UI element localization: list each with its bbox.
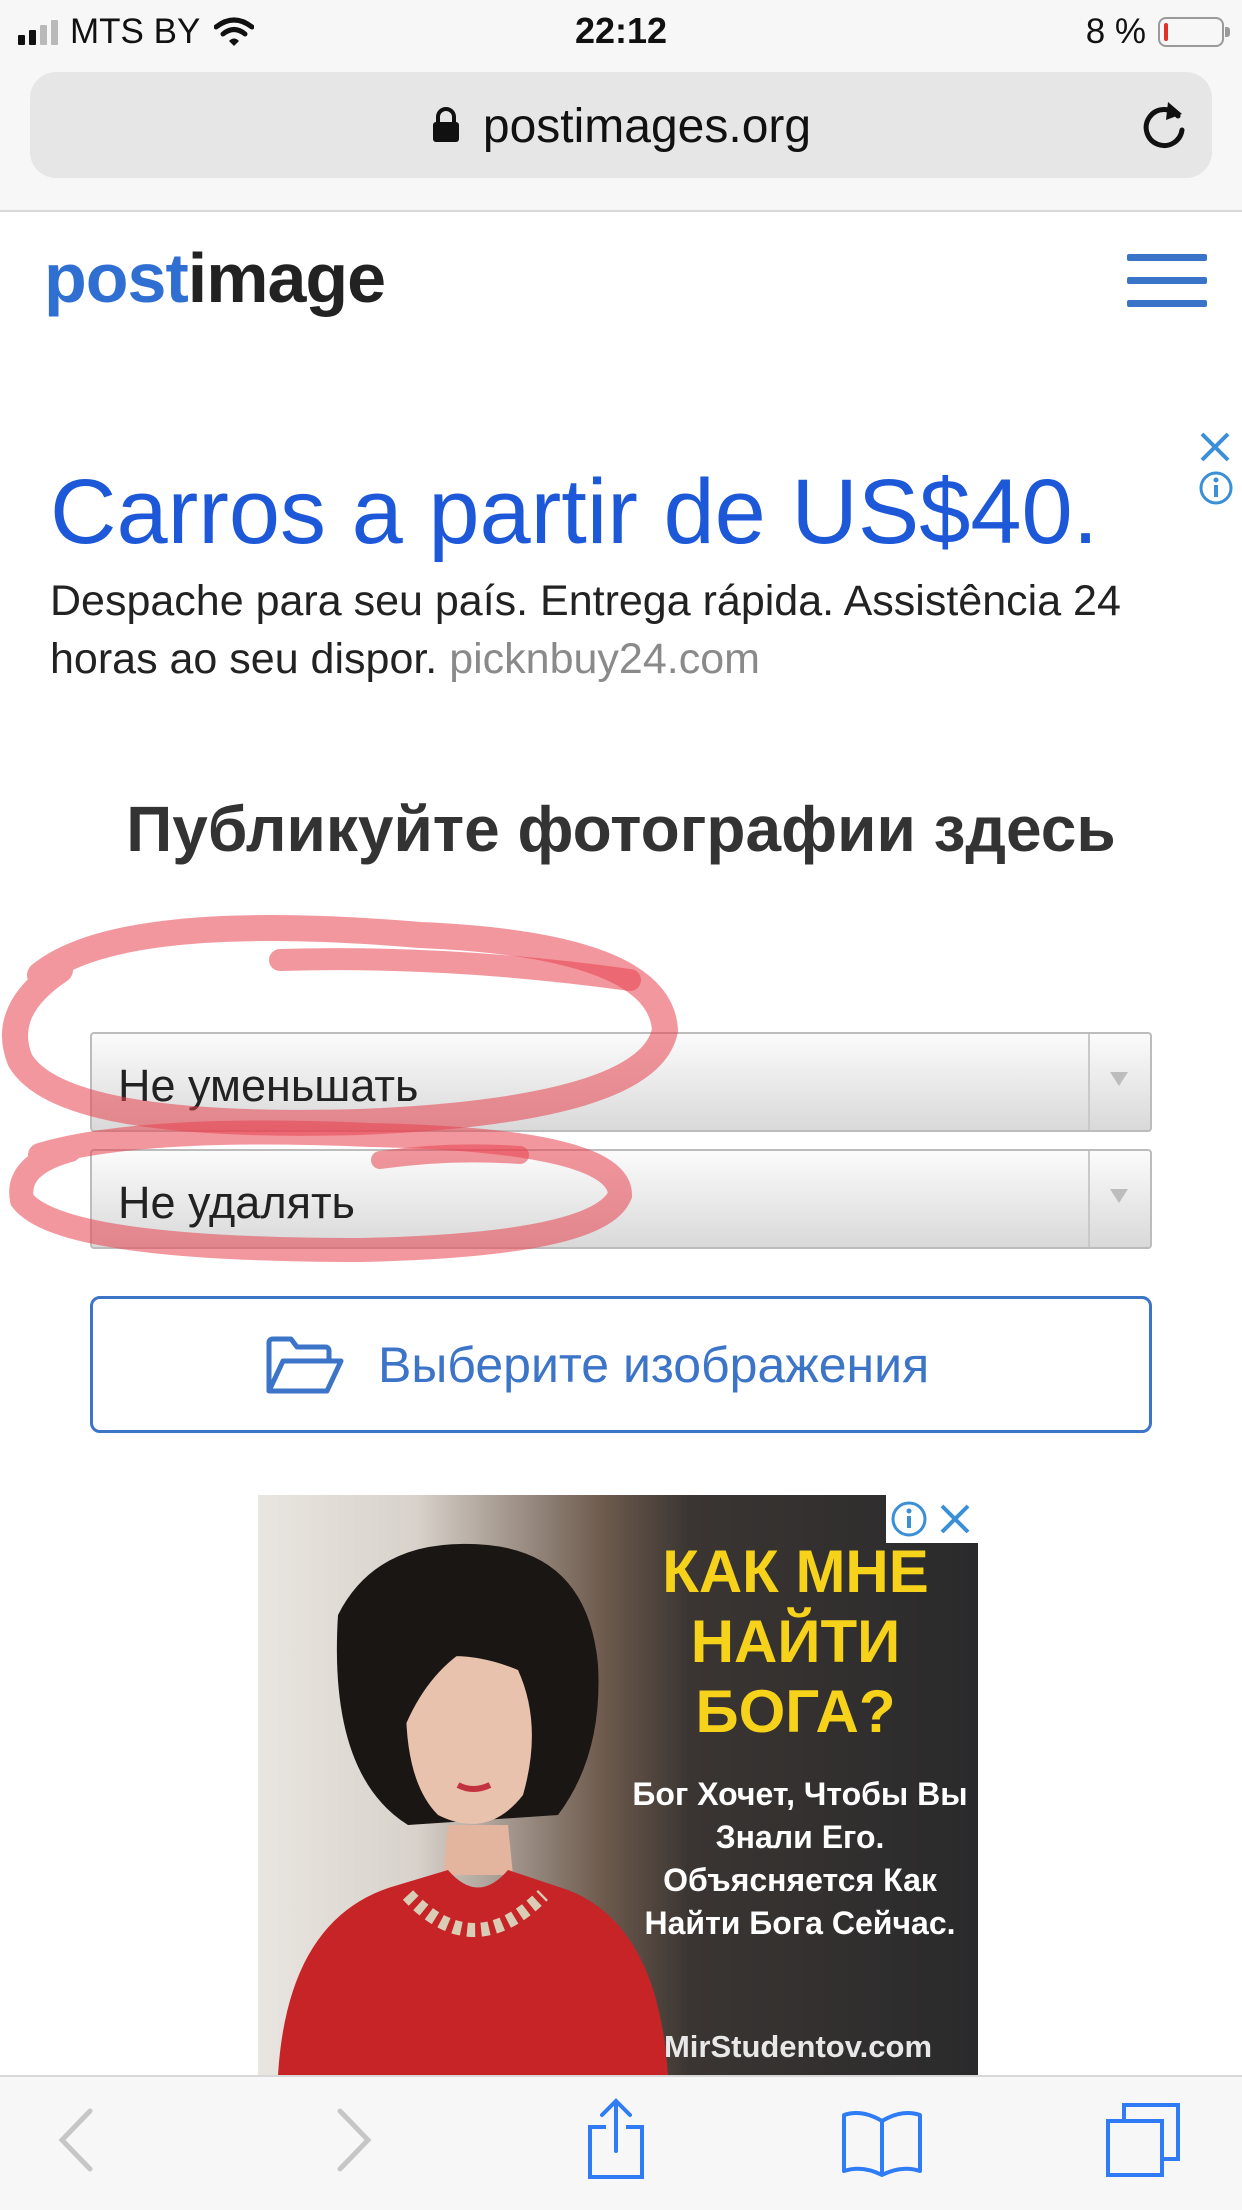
info-icon[interactable] xyxy=(886,1495,932,1543)
ad-controls xyxy=(886,1495,978,1543)
battery-icon xyxy=(1158,17,1230,47)
reload-icon[interactable] xyxy=(1138,96,1190,152)
share-icon[interactable] xyxy=(584,2097,648,2181)
forward-icon[interactable] xyxy=(334,2105,374,2175)
info-icon[interactable] xyxy=(1198,470,1234,506)
ad-photo xyxy=(278,1543,668,2075)
battery-percent: 8 % xyxy=(1085,12,1146,51)
folder-open-icon xyxy=(266,1336,344,1394)
close-icon[interactable] xyxy=(932,1495,978,1543)
tabs-icon[interactable] xyxy=(1104,2101,1184,2181)
url-text: postimages.org xyxy=(482,100,812,153)
close-icon[interactable] xyxy=(1198,430,1232,464)
back-icon[interactable] xyxy=(56,2105,96,2175)
status-time: 22:12 xyxy=(574,10,668,51)
ad-title[interactable]: Carros a partir de US$40. xyxy=(50,460,1098,565)
browser-address-bar: postimages.org xyxy=(0,62,1242,212)
url-field[interactable]: postimages.org xyxy=(30,72,1212,178)
logo-text-image: image xyxy=(187,239,386,317)
page-title: Публикуйте фотографии здесь xyxy=(126,793,1116,865)
ad-domain: MirStudentov.com xyxy=(663,2029,933,2064)
url-display[interactable]: postimages.org xyxy=(30,99,1212,154)
ad-body: Бог Хочет, Чтобы Вы Знали Его. Объясняет… xyxy=(632,1776,968,1941)
bookmarks-icon[interactable] xyxy=(840,2107,924,2177)
image-ad[interactable]: КАК МНЕ НАЙТИ БОГА? Бог Хочет, Чтобы Вы … xyxy=(258,1495,978,2075)
choose-images-button[interactable]: Выберите изображения xyxy=(90,1296,1152,1433)
lock-icon xyxy=(432,107,459,143)
site-logo[interactable]: postimage xyxy=(44,238,386,318)
annotation-scribble xyxy=(2,915,679,1263)
status-right: 8 % xyxy=(1085,12,1230,52)
logo-text-post: post xyxy=(44,239,189,317)
chevron-down-icon[interactable] xyxy=(1088,1151,1150,1247)
choose-images-label: Выберите изображения xyxy=(378,1337,930,1393)
ad-description: Despache para seu país. Entrega rápida. … xyxy=(50,572,1200,688)
chevron-down-icon[interactable] xyxy=(1088,1034,1150,1130)
ad-site[interactable]: picknbuy24.com xyxy=(449,635,760,683)
ad-headline: КАК МНЕ НАЙТИ БОГА? xyxy=(662,1538,929,1745)
status-bar: MTS BY 22:12 8 % xyxy=(0,0,1242,62)
browser-toolbar xyxy=(0,2075,1242,2210)
text-ad[interactable]: Carros a partir de US$40. Despache para … xyxy=(0,420,1242,710)
hamburger-icon[interactable] xyxy=(1127,254,1207,312)
